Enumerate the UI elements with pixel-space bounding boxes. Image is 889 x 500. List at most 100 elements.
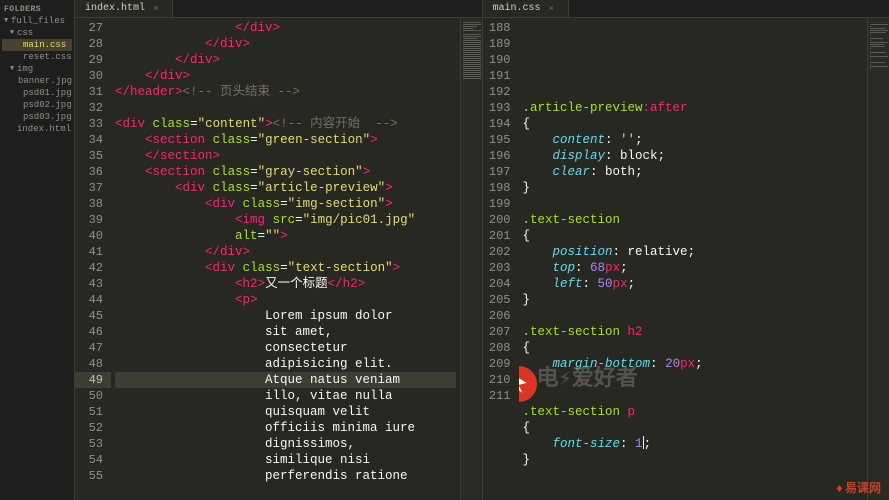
- file-explorer-sidebar[interactable]: FOLDERS ▼full_files▼cssmain.cssreset.css…: [0, 0, 75, 500]
- line-number: 201: [483, 228, 511, 244]
- code-line[interactable]: consectetur: [115, 340, 456, 356]
- code-line[interactable]: left: 50px;: [523, 276, 864, 292]
- code-line[interactable]: top: 68px;: [523, 260, 864, 276]
- line-number: 196: [483, 148, 511, 164]
- code-line[interactable]: adipisicing elit.: [115, 356, 456, 372]
- code-line[interactable]: Lorem ipsum dolor: [115, 308, 456, 324]
- tree-item-main-css[interactable]: main.css: [2, 39, 72, 51]
- tree-item-psd01-jpg[interactable]: psd01.jpg: [2, 87, 72, 99]
- code-line[interactable]: [523, 308, 864, 324]
- code-line[interactable]: </div>: [115, 36, 456, 52]
- code-line[interactable]: <div class="content"><!-- 内容开始 -->: [115, 116, 456, 132]
- code-line[interactable]: </header><!-- 页头结束 -->: [115, 84, 456, 100]
- code-line[interactable]: dignissimos,: [115, 436, 456, 452]
- code-line[interactable]: <img src="img/pic01.jpg": [115, 212, 456, 228]
- code-line[interactable]: <h2>又一个标题</h2>: [115, 276, 456, 292]
- line-number: 36: [75, 164, 103, 180]
- code-line[interactable]: .text-section h2: [523, 324, 864, 340]
- code-line[interactable]: <section class="gray-section">: [115, 164, 456, 180]
- close-icon[interactable]: ×: [153, 4, 158, 14]
- code-line[interactable]: </div>: [115, 244, 456, 260]
- tree-item-reset-css[interactable]: reset.css: [2, 51, 72, 63]
- code-line[interactable]: .text-section: [523, 212, 864, 228]
- line-number: 27: [75, 20, 103, 36]
- right-code-area[interactable]: 1881891901911921931941951961971981992002…: [483, 18, 889, 500]
- code-line[interactable]: <div class="article-preview">: [115, 180, 456, 196]
- left-tabbar[interactable]: index.html ×: [75, 0, 482, 18]
- code-line[interactable]: {: [523, 116, 864, 132]
- line-number: 50: [75, 388, 103, 404]
- tree-item-psd03-jpg[interactable]: psd03.jpg: [2, 111, 72, 123]
- line-number: 39: [75, 212, 103, 228]
- right-minimap[interactable]: [867, 18, 889, 500]
- right-line-numbers: 1881891901911921931941951961971981992002…: [483, 18, 519, 500]
- code-line[interactable]: alt="">: [115, 228, 456, 244]
- left-minimap[interactable]: [460, 18, 482, 500]
- code-line[interactable]: position: relative;: [523, 244, 864, 260]
- code-line[interactable]: }: [523, 180, 864, 196]
- code-line[interactable]: content: '';: [523, 132, 864, 148]
- tree-item-img[interactable]: ▼img: [2, 63, 72, 75]
- folder-arrow-icon: ▼: [10, 27, 16, 39]
- code-line[interactable]: clear: both;: [523, 164, 864, 180]
- code-line[interactable]: </section>: [115, 148, 456, 164]
- code-line[interactable]: quisquam velit: [115, 404, 456, 420]
- code-line[interactable]: [523, 388, 864, 404]
- tab-index-html[interactable]: index.html ×: [75, 0, 173, 17]
- code-line[interactable]: display: block;: [523, 148, 864, 164]
- line-number: 204: [483, 276, 511, 292]
- code-line[interactable]: <div class="img-section">: [115, 196, 456, 212]
- code-line[interactable]: <div class="text-section">: [115, 260, 456, 276]
- code-line[interactable]: [523, 84, 864, 100]
- code-line[interactable]: margin-bottom: 20px;: [523, 356, 864, 372]
- code-line[interactable]: <section class="green-section">: [115, 132, 456, 148]
- tree-item-psd02-jpg[interactable]: psd02.jpg: [2, 99, 72, 111]
- code-line[interactable]: Atque natus veniam: [115, 372, 456, 388]
- right-code[interactable]: 电⚡爱好者 .article-preview:after{ content: '…: [519, 18, 868, 500]
- line-number: 202: [483, 244, 511, 260]
- line-number: 45: [75, 308, 103, 324]
- right-tabbar[interactable]: main.css ×: [483, 0, 889, 18]
- tree-item-banner-jpg[interactable]: banner.jpg: [2, 75, 72, 87]
- code-line[interactable]: <p>: [115, 292, 456, 308]
- code-line[interactable]: .article-preview:after: [523, 100, 864, 116]
- line-number: 200: [483, 212, 511, 228]
- code-line[interactable]: sit amet,: [115, 324, 456, 340]
- tree-item-css[interactable]: ▼css: [2, 27, 72, 39]
- code-line[interactable]: {: [523, 228, 864, 244]
- code-line[interactable]: [523, 196, 864, 212]
- code-line[interactable]: </div>: [115, 68, 456, 84]
- code-line[interactable]: .text-section p: [523, 404, 864, 420]
- code-line[interactable]: }: [523, 452, 864, 468]
- code-line[interactable]: perferendis ratione: [115, 468, 456, 484]
- code-line[interactable]: officiis minima iure: [115, 420, 456, 436]
- line-number: 199: [483, 196, 511, 212]
- code-line[interactable]: {: [523, 420, 864, 436]
- line-number: 53: [75, 436, 103, 452]
- code-line[interactable]: </div>: [115, 20, 456, 36]
- close-icon[interactable]: ×: [549, 4, 554, 14]
- code-line[interactable]: illo, vitae nulla: [115, 388, 456, 404]
- code-line[interactable]: font-size: 1;: [523, 436, 864, 452]
- tree-item-label: psd03.jpg: [23, 111, 72, 123]
- code-line[interactable]: </div>: [115, 52, 456, 68]
- left-code-area[interactable]: 2728293031323334353637383940414243444546…: [75, 18, 482, 500]
- line-number: 51: [75, 404, 103, 420]
- tree-item-label: reset.css: [23, 51, 72, 63]
- code-line[interactable]: [115, 100, 456, 116]
- file-tree[interactable]: ▼full_files▼cssmain.cssreset.css▼imgbann…: [2, 15, 72, 135]
- code-line[interactable]: }: [523, 372, 864, 388]
- line-number: 28: [75, 36, 103, 52]
- code-line[interactable]: {: [523, 340, 864, 356]
- tree-item-full_files[interactable]: ▼full_files: [2, 15, 72, 27]
- left-code[interactable]: </div> </div> </div> </div></header><!--…: [111, 18, 460, 500]
- code-line[interactable]: similique nisi: [115, 452, 456, 468]
- code-line[interactable]: }: [523, 292, 864, 308]
- left-line-numbers: 2728293031323334353637383940414243444546…: [75, 18, 111, 500]
- tab-main-css[interactable]: main.css ×: [483, 0, 569, 17]
- folder-arrow-icon: ▼: [4, 15, 10, 27]
- tab-label: main.css: [493, 3, 541, 14]
- line-number: 55: [75, 468, 103, 484]
- tree-item-index-html[interactable]: index.html: [2, 123, 72, 135]
- line-number: 195: [483, 132, 511, 148]
